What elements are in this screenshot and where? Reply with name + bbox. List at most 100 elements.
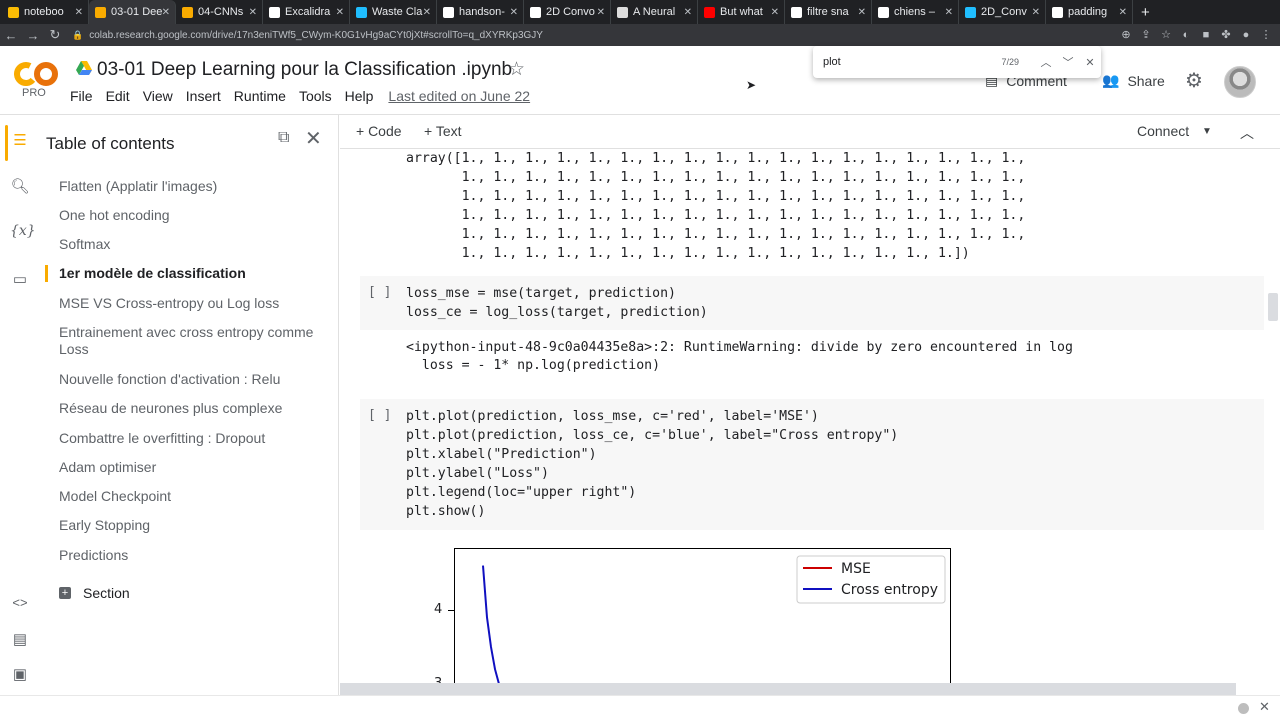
code-cell[interactable]: [ ] plt.plot(prediction, loss_mse, c='re…: [360, 399, 1264, 530]
toc-item[interactable]: Model Checkpoint: [59, 488, 324, 505]
bookmark-star-icon[interactable]: ☆: [1160, 29, 1172, 41]
kebab-menu-icon[interactable]: ⋮: [1260, 29, 1272, 41]
menu-item-runtime[interactable]: Runtime: [234, 88, 286, 104]
notebook-title[interactable]: 03-01 Deep Learning pour la Classificati…: [97, 59, 512, 81]
code-snippets-icon[interactable]: <>: [10, 595, 30, 610]
command-palette-icon[interactable]: ▤: [10, 630, 30, 648]
status-bar: ✕: [0, 695, 1280, 720]
add-section-button[interactable]: + Section: [59, 585, 130, 601]
browser-tab[interactable]: A Neural ✕: [611, 0, 698, 24]
terminal-icon[interactable]: ▣: [10, 665, 30, 683]
menu-item-tools[interactable]: Tools: [299, 88, 332, 104]
toc-item[interactable]: Early Stopping: [59, 517, 324, 534]
tab-close-icon[interactable]: ✕: [945, 7, 953, 18]
tab-close-icon[interactable]: ✕: [684, 7, 692, 18]
toc-item[interactable]: Adam optimiser: [59, 459, 324, 476]
run-cell-button[interactable]: [ ]: [368, 285, 391, 300]
code-cell[interactable]: [ ] loss_mse = mse(target, prediction) lo…: [360, 276, 1264, 330]
browser-tab[interactable]: But what ✕: [698, 0, 785, 24]
tab-close-icon[interactable]: ✕: [162, 7, 170, 18]
tab-close-icon[interactable]: ✕: [249, 7, 257, 18]
find-close-icon[interactable]: ✕: [1079, 56, 1101, 69]
favicon-icon: [356, 6, 367, 18]
browser-tab[interactable]: 04-CNNs ✕: [176, 0, 263, 24]
toc-item[interactable]: Réseau de neurones plus complexe: [59, 400, 324, 417]
browser-tab[interactable]: handson- ✕: [437, 0, 524, 24]
toc-item[interactable]: Predictions: [59, 547, 324, 564]
tab-label: 2D Convo: [546, 6, 595, 18]
extension-icon[interactable]: ◐: [1180, 29, 1192, 41]
connect-button[interactable]: Connect: [1137, 123, 1189, 139]
find-input[interactable]: plot: [823, 56, 1001, 68]
close-icon[interactable]: ✕: [305, 126, 322, 151]
browser-tab[interactable]: filtre sna ✕: [785, 0, 872, 24]
toc-item[interactable]: Flatten (Applatir l'images): [59, 178, 324, 195]
share-page-icon[interactable]: ⇪: [1140, 29, 1152, 41]
settings-gear-icon[interactable]: ⚙: [1185, 68, 1203, 93]
open-in-window-icon[interactable]: ⧉: [278, 129, 289, 147]
browser-tab[interactable]: chiens – ✕: [872, 0, 959, 24]
favicon-icon: [791, 6, 802, 18]
cell-code[interactable]: plt.plot(prediction, loss_mse, c='red', …: [406, 407, 898, 521]
search-icon[interactable]: 🔍︎: [10, 177, 30, 195]
vertical-scrollbar[interactable]: [1268, 293, 1278, 321]
tab-close-icon[interactable]: ✕: [1119, 7, 1127, 18]
toc-item[interactable]: 1er modèle de classification: [59, 265, 324, 282]
toc-list-icon[interactable]: ☰: [10, 131, 30, 149]
browser-tab[interactable]: 03-01 Dee ✕: [89, 0, 176, 24]
menu-item-help[interactable]: Help: [345, 88, 374, 104]
address-bar[interactable]: 🔒 colab.research.google.com/drive/17n3en…: [72, 26, 1120, 44]
horizontal-scrollbar[interactable]: [340, 683, 1236, 695]
tab-close-icon[interactable]: ✕: [336, 7, 344, 18]
menu-item-file[interactable]: File: [70, 88, 93, 104]
variables-icon[interactable]: {x}: [10, 223, 36, 239]
star-icon[interactable]: ☆: [508, 58, 525, 81]
run-cell-button[interactable]: [ ]: [368, 408, 391, 423]
tab-close-icon[interactable]: ✕: [423, 7, 431, 18]
toc-item[interactable]: Combattre le overfitting : Dropout: [59, 430, 324, 447]
tab-close-icon[interactable]: ✕: [597, 7, 605, 18]
toc-item[interactable]: Softmax: [59, 236, 324, 253]
toc-item[interactable]: MSE VS Cross-entropy ou Log loss: [59, 295, 324, 312]
collapse-icon[interactable]: ︿: [1240, 123, 1254, 143]
tab-close-icon[interactable]: ✕: [510, 7, 518, 18]
share-button[interactable]: 👥 Share: [1102, 72, 1165, 89]
add-text-button[interactable]: + Text: [424, 123, 462, 139]
profile-icon[interactable]: ●: [1240, 29, 1252, 41]
extension-icon[interactable]: ■: [1200, 29, 1212, 41]
tab-close-icon[interactable]: ✕: [858, 7, 866, 18]
browser-tab[interactable]: Waste Cla ✕: [350, 0, 437, 24]
last-edited-link[interactable]: Last edited on June 22: [388, 88, 530, 104]
browser-tab[interactable]: 2D Convo ✕: [524, 0, 611, 24]
browser-tab[interactable]: noteboo ✕: [2, 0, 89, 24]
browser-tab[interactable]: padding ✕: [1046, 0, 1133, 24]
toc-item[interactable]: Entrainement avec cross entropy comme Lo…: [59, 324, 324, 358]
find-prev-icon[interactable]: ︿: [1035, 54, 1057, 70]
zoom-icon[interactable]: ⊕: [1120, 29, 1132, 41]
puzzle-icon[interactable]: ✤: [1220, 29, 1232, 41]
back-icon[interactable]: ←: [0, 28, 22, 43]
folder-icon[interactable]: ▭: [10, 270, 30, 288]
tab-close-icon[interactable]: ✕: [1032, 7, 1040, 18]
forward-icon[interactable]: →: [22, 28, 44, 43]
toc-item[interactable]: Nouvelle fonction d'activation : Relu: [59, 371, 324, 388]
close-icon[interactable]: ✕: [1259, 699, 1270, 715]
tab-close-icon[interactable]: ✕: [771, 7, 779, 18]
favicon-icon: [182, 6, 193, 18]
menu-item-insert[interactable]: Insert: [186, 88, 221, 104]
find-next-icon[interactable]: ﹀: [1057, 54, 1079, 70]
user-avatar[interactable]: [1224, 66, 1256, 98]
browser-tab[interactable]: Excalidra ✕: [263, 0, 350, 24]
browser-tab[interactable]: 2D_Conv ✕: [959, 0, 1046, 24]
cell-code[interactable]: loss_mse = mse(target, prediction) loss_c…: [406, 284, 708, 322]
drive-icon[interactable]: [76, 61, 92, 75]
menu-item-view[interactable]: View: [143, 88, 173, 104]
toc-item[interactable]: One hot encoding: [59, 207, 324, 224]
new-tab-button[interactable]: +: [1141, 4, 1150, 21]
reload-icon[interactable]: ↻: [44, 27, 66, 43]
menu-item-edit[interactable]: Edit: [106, 88, 130, 104]
connect-dropdown-icon[interactable]: ▼: [1202, 126, 1212, 137]
add-code-button[interactable]: + Code: [356, 123, 402, 139]
tab-close-icon[interactable]: ✕: [75, 7, 83, 18]
pro-badge: PRO: [22, 87, 46, 99]
